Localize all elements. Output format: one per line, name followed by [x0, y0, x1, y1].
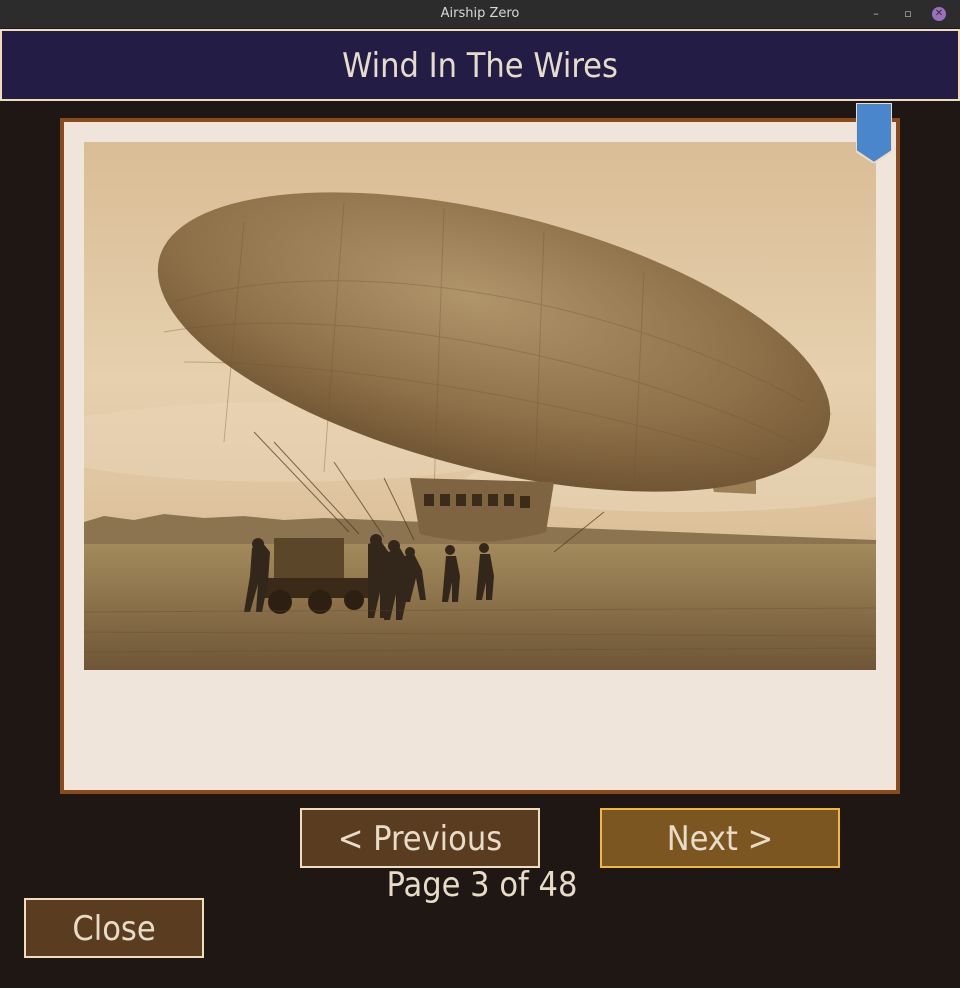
next-button[interactable]: Next >	[600, 808, 840, 868]
window-titlebar: Airship Zero – ▫ ✕	[0, 0, 960, 28]
maximize-icon[interactable]: ▫	[901, 7, 915, 21]
airship-photo-image	[84, 142, 876, 670]
photo-frame	[60, 118, 900, 794]
page-title: Wind In The Wires	[342, 46, 618, 86]
previous-button[interactable]: < Previous	[300, 808, 540, 868]
close-window-icon[interactable]: ✕	[932, 7, 946, 21]
close-button[interactable]: Close	[24, 898, 204, 958]
window-title: Airship Zero	[440, 6, 520, 21]
airship-photo	[84, 142, 876, 670]
page-indicator: Page 3 of 48	[386, 865, 578, 905]
bookmark-icon	[856, 103, 892, 163]
minimize-icon[interactable]: –	[869, 7, 883, 21]
page-header: Wind In The Wires	[0, 29, 960, 101]
